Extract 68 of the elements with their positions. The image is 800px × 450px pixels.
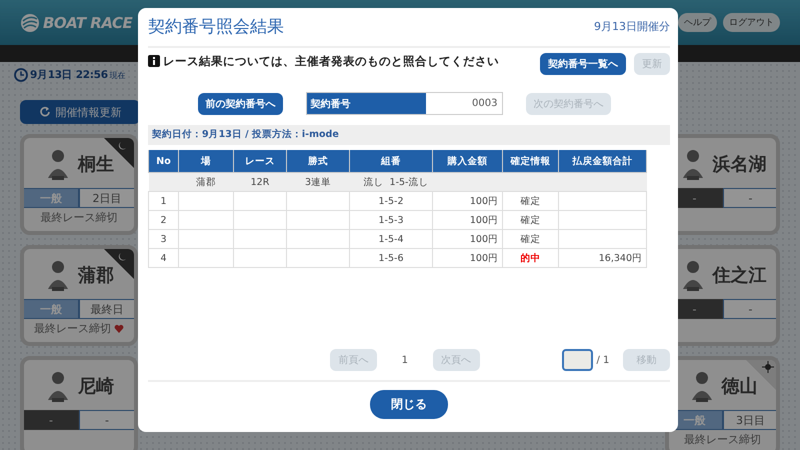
logo: BOAT RACE	[43, 14, 132, 32]
contract-number-field: 契約番号 0003	[306, 92, 502, 115]
logo-icon	[20, 12, 40, 32]
deadline-label: 最終レース締切	[684, 432, 761, 447]
table-cell: 3連単	[286, 172, 350, 192]
prev-contract-button[interactable]: 前の契約番号へ	[198, 92, 282, 114]
venue-name: 尼崎	[78, 375, 114, 398]
venue-name: 住之江	[712, 264, 766, 287]
table-cell: 流し 1-5-流し	[364, 176, 428, 188]
modal-title: 契約番号照会結果	[148, 16, 284, 39]
venue-name: 徳山	[722, 375, 758, 398]
column-header: 場	[178, 150, 234, 172]
deadline-label: 最終レース締切	[40, 210, 118, 225]
venue-name: 浜名湖	[712, 153, 766, 176]
notice-text: レース結果については、主催者発表のものと照合してください	[163, 54, 500, 69]
column-header: 払戻金額合計	[558, 150, 646, 172]
table-cell: 100円	[432, 210, 502, 230]
grade-badge: 一般	[24, 188, 79, 208]
day-badge: 3日目	[722, 410, 776, 430]
contract-info: 契約日付：9月13日 / 投票方法：i-mode	[148, 125, 670, 145]
day-badge: -	[79, 410, 134, 430]
venue-name: 蒲郡	[78, 264, 114, 287]
table-cell: 蒲郡	[178, 172, 234, 192]
table-cell: 的中	[502, 248, 558, 268]
date-label: 9月13日開催分	[594, 19, 670, 35]
table-cell: 1-5-2	[350, 192, 432, 210]
table-cell: 1-5-6	[350, 248, 432, 268]
deadline-label: 最終レース締切	[34, 321, 111, 336]
info-icon	[148, 55, 160, 67]
header-button[interactable]: ヘルプ	[678, 13, 717, 32]
grade-badge: 一般	[24, 299, 79, 319]
date-time-suffix: 現在	[110, 70, 126, 80]
table-cell: 100円	[432, 248, 502, 268]
day-badge: -	[722, 188, 776, 208]
table-cell: 1	[148, 192, 178, 210]
table-cell: 100円	[432, 230, 502, 248]
table-cell: 12R	[234, 172, 286, 192]
clock-icon	[14, 68, 28, 82]
table-cell: 確定	[502, 230, 558, 248]
table-cell: 3	[148, 230, 178, 248]
date-time: 9月13日 22:56	[30, 68, 108, 82]
table-cell: 100円	[432, 192, 502, 210]
day-badge: 最終日	[79, 299, 134, 319]
table-cell: 2	[148, 210, 178, 230]
page-input[interactable]	[562, 349, 592, 371]
column-header: No	[148, 150, 178, 172]
day-badge: -	[722, 299, 776, 319]
column-header: 確定情報	[502, 150, 558, 172]
page-number: 1	[402, 354, 408, 366]
column-header: レース	[234, 150, 286, 172]
refresh-icon	[38, 106, 50, 118]
header-button[interactable]: ログアウト	[723, 13, 780, 32]
table-cell: 4	[148, 248, 178, 268]
column-header: 購入金額	[432, 150, 502, 172]
venue-name: 桐生	[78, 153, 114, 176]
table-cell: 確定	[502, 192, 558, 210]
page-total: / 1	[596, 354, 610, 366]
day-badge: -	[24, 410, 79, 430]
column-header: 勝式	[286, 150, 350, 172]
day-badge: 2日目	[79, 188, 134, 208]
column-header: 組番	[350, 150, 432, 172]
table-cell: 1-5-3	[350, 210, 432, 230]
table-cell: 1-5-4	[350, 230, 432, 248]
list-button[interactable]: 契約番号一覧へ	[540, 53, 626, 75]
table-cell: 確定	[502, 210, 558, 230]
refresh-info-button[interactable]: 開催情報更新	[20, 100, 140, 124]
table-cell: 16,340円	[558, 248, 646, 268]
close-button[interactable]: 閉じる	[370, 390, 448, 419]
